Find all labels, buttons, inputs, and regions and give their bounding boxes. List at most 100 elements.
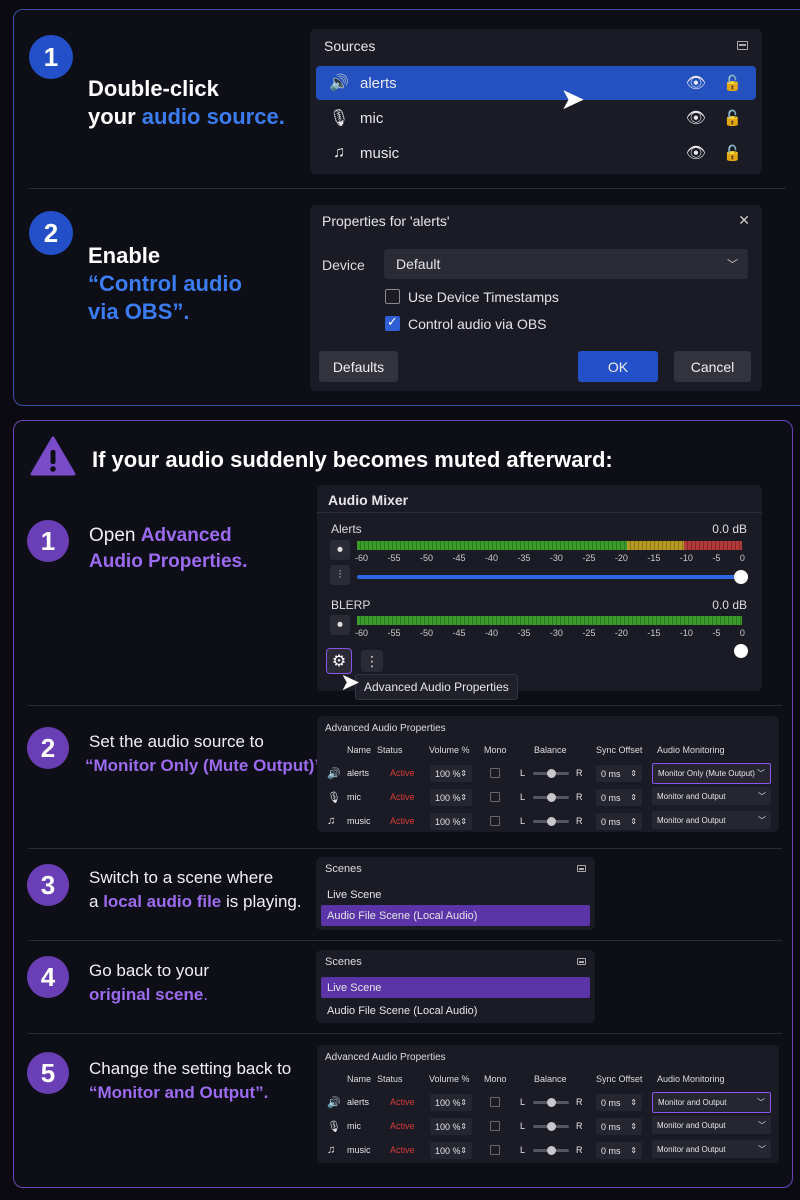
step-instruction: Set the audio source to “Monitor Only (M…: [85, 732, 328, 775]
audio-monitoring-select[interactable]: Monitor and Output ﹀: [652, 1140, 771, 1158]
volume-stepper[interactable]: 100 % ⇕: [430, 813, 472, 830]
device-select[interactable]: Default ﹀: [384, 249, 748, 279]
advanced-audio-properties-window: Advanced Audio Properties Name Status Volum…: [317, 1045, 779, 1163]
mono-checkbox[interactable]: [490, 1145, 500, 1155]
warning-icon: [30, 436, 76, 476]
audio-monitoring-select[interactable]: Monitor Only (Mute Output) ﹀: [652, 763, 771, 784]
ok-button[interactable]: OK: [578, 351, 658, 382]
monitor-icon[interactable]: ⏺: [330, 540, 350, 560]
close-icon[interactable]: ✕: [738, 212, 750, 229]
use-device-timestamps-checkbox[interactable]: [385, 289, 400, 304]
balance-slider[interactable]: [533, 817, 569, 826]
source-name: mic: [347, 1121, 361, 1131]
scenes-window: Scenes Live Scene Audio File Scene (Loca…: [316, 857, 595, 930]
monitor-icon[interactable]: ⏺: [330, 615, 350, 635]
mono-checkbox[interactable]: [490, 1097, 500, 1107]
tooltip: Advanced Audio Properties: [355, 674, 518, 700]
lock-icon[interactable]: 🔓: [723, 74, 742, 92]
tick-label: -60: [355, 628, 369, 638]
mono-checkbox[interactable]: [490, 768, 500, 778]
menu-icon[interactable]: [577, 865, 586, 872]
sync-offset-stepper[interactable]: 0 ms ⇕: [596, 765, 642, 782]
mute-icon[interactable]: ⫶: [330, 565, 350, 585]
balance-slider[interactable]: [533, 769, 569, 778]
eye-icon[interactable]: 👁: [686, 108, 706, 128]
volume-stepper[interactable]: 100 % ⇕: [430, 1142, 472, 1159]
mono-checkbox[interactable]: [490, 792, 500, 802]
volume-stepper[interactable]: 100 % ⇕: [430, 789, 472, 806]
source-name: music: [347, 1145, 371, 1155]
lock-icon[interactable]: 🔓: [723, 144, 742, 162]
tick-label: -30: [549, 628, 563, 638]
volume-db: 0.0 dB: [712, 598, 747, 612]
lock-icon[interactable]: 🔓: [723, 109, 742, 127]
source-item-music[interactable]: ♫ music 👁 🔓: [316, 136, 756, 170]
sources-title: Sources: [324, 38, 376, 54]
balance-slider[interactable]: [533, 1146, 569, 1155]
more-options-icon[interactable]: ⋮: [361, 650, 383, 672]
balance-slider[interactable]: [533, 1098, 569, 1107]
volume-stepper[interactable]: 100 % ⇕: [430, 1118, 472, 1135]
eye-icon[interactable]: 👁: [686, 73, 706, 93]
scene-item-audio-file[interactable]: Audio File Scene (Local Audio): [321, 1000, 590, 1021]
step-instruction: Change the setting back to “Monitor and …: [89, 1059, 292, 1102]
sync-offset-stepper[interactable]: 0 ms ⇕: [596, 1094, 642, 1111]
scenes-title: Scenes: [325, 863, 362, 875]
column-header: Volume %: [429, 1074, 470, 1084]
channel-label-blerp: BLERP: [331, 598, 371, 612]
column-header: Audio Monitoring: [657, 1074, 725, 1084]
balance-slider[interactable]: [533, 1122, 569, 1131]
volume-slider[interactable]: [357, 575, 741, 579]
step-instruction: Switch to a scene where a local audio fi…: [89, 868, 302, 911]
mono-checkbox[interactable]: [490, 1121, 500, 1131]
divider: [28, 848, 782, 849]
column-header: Sync Offset: [596, 1074, 643, 1084]
audio-monitoring-select[interactable]: Monitor and Output ﹀: [652, 1092, 771, 1113]
cancel-button[interactable]: Cancel: [674, 351, 751, 382]
sync-offset-stepper[interactable]: 0 ms ⇕: [596, 1118, 642, 1135]
balance-right-label: R: [576, 1121, 583, 1131]
stepper-icon: ⇕: [630, 1122, 637, 1131]
source-item-alerts[interactable]: 🔊 alerts 👁 🔓: [316, 66, 756, 100]
sync-offset-stepper[interactable]: 0 ms ⇕: [596, 789, 642, 806]
volume-slider-knob[interactable]: [734, 570, 748, 584]
audio-monitoring-select[interactable]: Monitor and Output ﹀: [652, 787, 771, 805]
scene-item-audio-file[interactable]: Audio File Scene (Local Audio): [321, 905, 590, 926]
balance-slider[interactable]: [533, 793, 569, 802]
balance-left-label: L: [520, 1145, 526, 1155]
checkbox-label: Control audio via OBS: [408, 316, 547, 332]
volume-slider-knob[interactable]: [734, 644, 748, 658]
tick-label: -25: [582, 628, 596, 638]
sync-offset-stepper[interactable]: 0 ms ⇕: [596, 813, 642, 830]
tick-label: 0: [739, 628, 745, 638]
tick-label: 0: [739, 553, 745, 563]
column-header: Sync Offset: [596, 745, 643, 755]
menu-icon[interactable]: [577, 958, 586, 965]
speaker-icon: 🔊: [327, 1097, 341, 1109]
control-audio-checkbox[interactable]: [385, 314, 400, 331]
audio-monitoring-select[interactable]: Monitor and Output ﹀: [652, 811, 771, 829]
checkbox-label: Use Device Timestamps: [408, 289, 559, 305]
source-item-mic[interactable]: 🎙 mic 👁 🔓: [316, 101, 756, 135]
tick-label: -20: [614, 553, 628, 563]
menu-icon[interactable]: [737, 41, 748, 50]
audio-monitoring-select[interactable]: Monitor and Output ﹀: [652, 1116, 771, 1134]
mouse-cursor-icon: ➤: [560, 83, 586, 116]
tick-label: -5: [712, 628, 721, 638]
defaults-button[interactable]: Defaults: [319, 351, 398, 382]
sync-offset-stepper[interactable]: 0 ms ⇕: [596, 1142, 642, 1159]
microphone-icon: 🎙: [328, 110, 350, 127]
step-badge: 4: [27, 956, 69, 998]
volume-meter: [357, 616, 742, 625]
chevron-down-icon: ﹀: [758, 791, 766, 801]
stepper-icon: ⇕: [460, 769, 467, 778]
scene-item-live[interactable]: Live Scene: [321, 884, 590, 905]
tick-label: -5: [712, 553, 721, 563]
eye-icon[interactable]: 👁: [686, 143, 706, 163]
volume-stepper[interactable]: 100 % ⇕: [430, 1094, 472, 1111]
volume-stepper[interactable]: 100 % ⇕: [430, 765, 472, 782]
scene-item-live[interactable]: Live Scene: [321, 977, 590, 998]
speaker-icon: 🔊: [329, 75, 349, 92]
mono-checkbox[interactable]: [490, 816, 500, 826]
speaker-icon: 🔊: [327, 768, 341, 780]
